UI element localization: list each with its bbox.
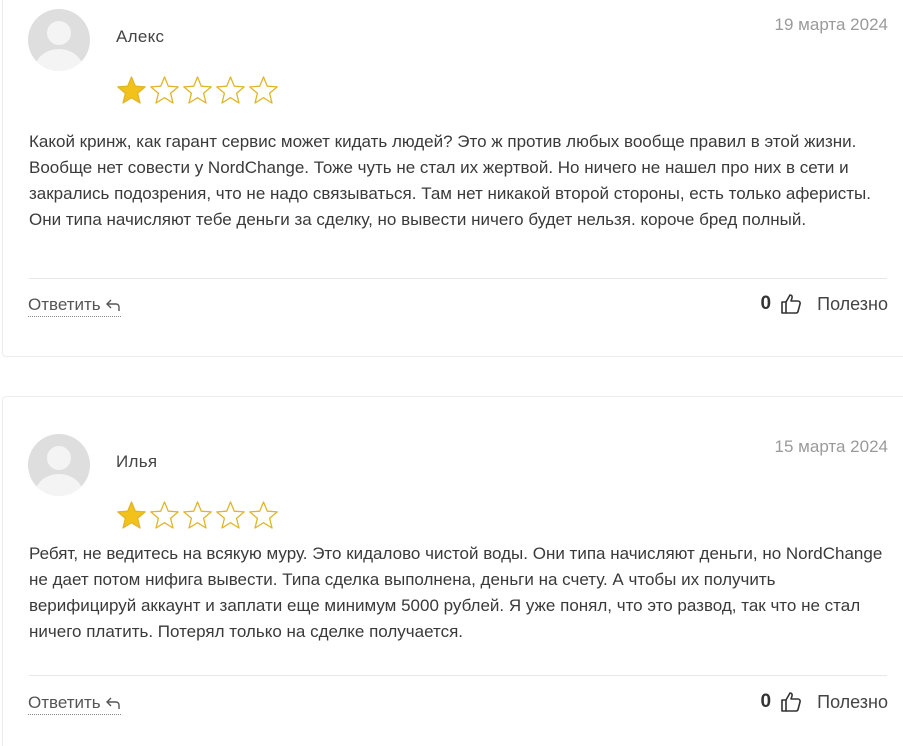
- review-date: 19 марта 2024: [774, 15, 888, 34]
- review-author: Илья: [116, 452, 158, 471]
- useful-block: 0 Полезно: [761, 690, 888, 714]
- avatar-icon: [28, 9, 90, 71]
- review-card: Алекс 19 марта 2024 Какой кринж, как гар…: [2, 0, 903, 357]
- reply-button[interactable]: Ответить: [28, 295, 121, 317]
- avatar-icon: [28, 434, 90, 496]
- star-filled-icon: [117, 76, 146, 104]
- review-text: Какой кринж, как гарант сервис может кид…: [29, 132, 871, 229]
- rating-stars: [115, 75, 280, 105]
- useful-count: 0: [760, 691, 772, 712]
- divider: [29, 675, 887, 676]
- rating-stars: [115, 500, 280, 530]
- review-text: Ребят, не ведитесь на всякую муру. Это к…: [29, 544, 883, 641]
- star-empty-icon: [183, 76, 212, 104]
- useful-label[interactable]: Полезно: [817, 294, 888, 315]
- thumbs-up-icon[interactable]: [779, 292, 803, 316]
- reply-label: Ответить: [28, 693, 101, 712]
- reply-button[interactable]: Ответить: [28, 693, 121, 715]
- thumbs-up-icon[interactable]: [779, 690, 803, 714]
- star-empty-icon: [249, 501, 278, 529]
- useful-label[interactable]: Полезно: [817, 692, 888, 713]
- useful-block: 0 Полезно: [761, 292, 888, 316]
- divider: [29, 278, 887, 279]
- star-empty-icon: [249, 76, 278, 104]
- star-empty-icon: [183, 501, 212, 529]
- star-empty-icon: [150, 501, 179, 529]
- reply-arrow-icon: [105, 697, 120, 709]
- useful-count: 0: [760, 293, 772, 314]
- star-empty-icon: [216, 501, 245, 529]
- star-empty-icon: [150, 76, 179, 104]
- review-date: 15 марта 2024: [774, 437, 888, 456]
- star-empty-icon: [216, 76, 245, 104]
- reply-label: Ответить: [28, 295, 101, 314]
- review-author: Алекс: [116, 27, 165, 46]
- reply-arrow-icon: [105, 299, 120, 311]
- review-card: Илья 15 марта 2024 Ребят, не ведитесь на…: [2, 396, 903, 746]
- star-filled-icon: [117, 501, 146, 529]
